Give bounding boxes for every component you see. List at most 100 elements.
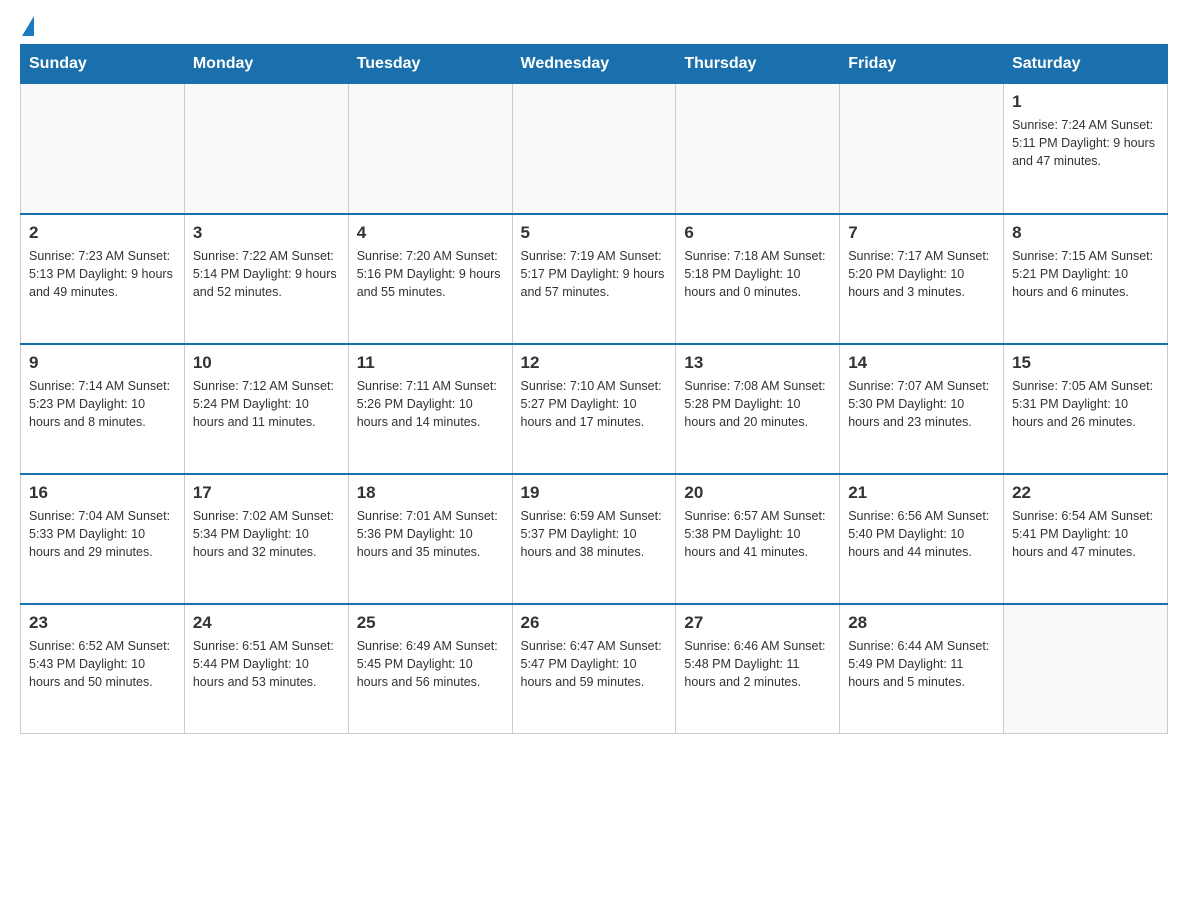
- day-number: 25: [357, 613, 504, 633]
- column-header-friday: Friday: [840, 45, 1004, 84]
- day-info: Sunrise: 6:59 AM Sunset: 5:37 PM Dayligh…: [521, 507, 668, 561]
- calendar-cell: 16 Sunrise: 7:04 AM Sunset: 5:33 PM Dayli…: [21, 474, 185, 604]
- calendar-cell: 27 Sunrise: 6:46 AM Sunset: 5:48 PM Dayli…: [676, 604, 840, 734]
- day-info: Sunrise: 7:22 AM Sunset: 5:14 PM Dayligh…: [193, 247, 340, 301]
- calendar-cell: 1 Sunrise: 7:24 AM Sunset: 5:11 PM Daylig…: [1004, 84, 1168, 214]
- day-number: 10: [193, 353, 340, 373]
- calendar-cell: 24 Sunrise: 6:51 AM Sunset: 5:44 PM Dayli…: [184, 604, 348, 734]
- day-info: Sunrise: 6:51 AM Sunset: 5:44 PM Dayligh…: [193, 637, 340, 691]
- day-info: Sunrise: 7:17 AM Sunset: 5:20 PM Dayligh…: [848, 247, 995, 301]
- column-header-monday: Monday: [184, 45, 348, 84]
- calendar-cell: 14 Sunrise: 7:07 AM Sunset: 5:30 PM Dayli…: [840, 344, 1004, 474]
- column-header-tuesday: Tuesday: [348, 45, 512, 84]
- day-number: 2: [29, 223, 176, 243]
- calendar-week-row: 9 Sunrise: 7:14 AM Sunset: 5:23 PM Daylig…: [21, 344, 1168, 474]
- day-info: Sunrise: 6:49 AM Sunset: 5:45 PM Dayligh…: [357, 637, 504, 691]
- day-info: Sunrise: 7:15 AM Sunset: 5:21 PM Dayligh…: [1012, 247, 1159, 301]
- day-number: 8: [1012, 223, 1159, 243]
- calendar-cell: [512, 84, 676, 214]
- day-info: Sunrise: 7:10 AM Sunset: 5:27 PM Dayligh…: [521, 377, 668, 431]
- day-number: 16: [29, 483, 176, 503]
- calendar-week-row: 23 Sunrise: 6:52 AM Sunset: 5:43 PM Dayli…: [21, 604, 1168, 734]
- day-number: 20: [684, 483, 831, 503]
- day-info: Sunrise: 7:07 AM Sunset: 5:30 PM Dayligh…: [848, 377, 995, 431]
- day-info: Sunrise: 6:47 AM Sunset: 5:47 PM Dayligh…: [521, 637, 668, 691]
- calendar-cell: [676, 84, 840, 214]
- calendar-cell: 21Sunrise: 6:56 AM Sunset: 5:40 PM Dayli…: [840, 474, 1004, 604]
- calendar-cell: 2 Sunrise: 7:23 AM Sunset: 5:13 PM Daylig…: [21, 214, 185, 344]
- day-info: Sunrise: 7:05 AM Sunset: 5:31 PM Dayligh…: [1012, 377, 1159, 431]
- day-info: Sunrise: 7:08 AM Sunset: 5:28 PM Dayligh…: [684, 377, 831, 431]
- calendar-cell: [21, 84, 185, 214]
- column-header-wednesday: Wednesday: [512, 45, 676, 84]
- day-number: 22: [1012, 483, 1159, 503]
- calendar-cell: 18 Sunrise: 7:01 AM Sunset: 5:36 PM Dayli…: [348, 474, 512, 604]
- day-number: 14: [848, 353, 995, 373]
- calendar-cell: 25 Sunrise: 6:49 AM Sunset: 5:45 PM Dayli…: [348, 604, 512, 734]
- calendar-cell: 3 Sunrise: 7:22 AM Sunset: 5:14 PM Daylig…: [184, 214, 348, 344]
- calendar-header-row: SundayMondayTuesdayWednesdayThursdayFrid…: [21, 45, 1168, 84]
- day-number: 7: [848, 223, 995, 243]
- column-header-thursday: Thursday: [676, 45, 840, 84]
- day-number: 12: [521, 353, 668, 373]
- day-info: Sunrise: 7:24 AM Sunset: 5:11 PM Dayligh…: [1012, 116, 1159, 170]
- calendar-cell: [1004, 604, 1168, 734]
- day-number: 4: [357, 223, 504, 243]
- day-number: 3: [193, 223, 340, 243]
- calendar-table: SundayMondayTuesdayWednesdayThursdayFrid…: [20, 44, 1168, 734]
- calendar-cell: 13 Sunrise: 7:08 AM Sunset: 5:28 PM Dayli…: [676, 344, 840, 474]
- page-header: [20, 20, 1168, 34]
- day-info: Sunrise: 7:12 AM Sunset: 5:24 PM Dayligh…: [193, 377, 340, 431]
- day-info: Sunrise: 7:23 AM Sunset: 5:13 PM Dayligh…: [29, 247, 176, 301]
- day-number: 13: [684, 353, 831, 373]
- day-info: Sunrise: 6:46 AM Sunset: 5:48 PM Dayligh…: [684, 637, 831, 691]
- day-number: 23: [29, 613, 176, 633]
- calendar-cell: 17Sunrise: 7:02 AM Sunset: 5:34 PM Dayli…: [184, 474, 348, 604]
- calendar-cell: 12 Sunrise: 7:10 AM Sunset: 5:27 PM Dayli…: [512, 344, 676, 474]
- calendar-cell: [840, 84, 1004, 214]
- calendar-cell: [184, 84, 348, 214]
- logo: [20, 20, 34, 34]
- calendar-week-row: 2 Sunrise: 7:23 AM Sunset: 5:13 PM Daylig…: [21, 214, 1168, 344]
- calendar-cell: 10 Sunrise: 7:12 AM Sunset: 5:24 PM Dayli…: [184, 344, 348, 474]
- day-number: 21: [848, 483, 995, 503]
- day-number: 18: [357, 483, 504, 503]
- day-info: Sunrise: 6:57 AM Sunset: 5:38 PM Dayligh…: [684, 507, 831, 561]
- day-info: Sunrise: 7:14 AM Sunset: 5:23 PM Dayligh…: [29, 377, 176, 431]
- day-info: Sunrise: 7:01 AM Sunset: 5:36 PM Dayligh…: [357, 507, 504, 561]
- calendar-cell: 4 Sunrise: 7:20 AM Sunset: 5:16 PM Daylig…: [348, 214, 512, 344]
- day-number: 27: [684, 613, 831, 633]
- day-info: Sunrise: 6:44 AM Sunset: 5:49 PM Dayligh…: [848, 637, 995, 691]
- day-info: Sunrise: 7:02 AM Sunset: 5:34 PM Dayligh…: [193, 507, 340, 561]
- calendar-cell: 23 Sunrise: 6:52 AM Sunset: 5:43 PM Dayli…: [21, 604, 185, 734]
- day-number: 26: [521, 613, 668, 633]
- calendar-cell: 5 Sunrise: 7:19 AM Sunset: 5:17 PM Daylig…: [512, 214, 676, 344]
- calendar-cell: 19 Sunrise: 6:59 AM Sunset: 5:37 PM Dayli…: [512, 474, 676, 604]
- day-number: 1: [1012, 92, 1159, 112]
- day-number: 9: [29, 353, 176, 373]
- calendar-cell: [348, 84, 512, 214]
- calendar-cell: 11Sunrise: 7:11 AM Sunset: 5:26 PM Dayli…: [348, 344, 512, 474]
- day-number: 5: [521, 223, 668, 243]
- day-info: Sunrise: 6:52 AM Sunset: 5:43 PM Dayligh…: [29, 637, 176, 691]
- calendar-cell: 7 Sunrise: 7:17 AM Sunset: 5:20 PM Daylig…: [840, 214, 1004, 344]
- day-number: 15: [1012, 353, 1159, 373]
- calendar-cell: 28Sunrise: 6:44 AM Sunset: 5:49 PM Dayli…: [840, 604, 1004, 734]
- day-info: Sunrise: 7:04 AM Sunset: 5:33 PM Dayligh…: [29, 507, 176, 561]
- day-info: Sunrise: 7:18 AM Sunset: 5:18 PM Dayligh…: [684, 247, 831, 301]
- logo-triangle-icon: [22, 16, 34, 36]
- calendar-week-row: 16 Sunrise: 7:04 AM Sunset: 5:33 PM Dayli…: [21, 474, 1168, 604]
- day-info: Sunrise: 7:11 AM Sunset: 5:26 PM Dayligh…: [357, 377, 504, 431]
- day-info: Sunrise: 7:19 AM Sunset: 5:17 PM Dayligh…: [521, 247, 668, 301]
- column-header-saturday: Saturday: [1004, 45, 1168, 84]
- day-number: 24: [193, 613, 340, 633]
- day-number: 19: [521, 483, 668, 503]
- calendar-cell: 9 Sunrise: 7:14 AM Sunset: 5:23 PM Daylig…: [21, 344, 185, 474]
- calendar-cell: 15 Sunrise: 7:05 AM Sunset: 5:31 PM Dayli…: [1004, 344, 1168, 474]
- calendar-cell: 20 Sunrise: 6:57 AM Sunset: 5:38 PM Dayli…: [676, 474, 840, 604]
- calendar-cell: 6Sunrise: 7:18 AM Sunset: 5:18 PM Daylig…: [676, 214, 840, 344]
- calendar-cell: 26 Sunrise: 6:47 AM Sunset: 5:47 PM Dayli…: [512, 604, 676, 734]
- day-info: Sunrise: 6:54 AM Sunset: 5:41 PM Dayligh…: [1012, 507, 1159, 561]
- day-info: Sunrise: 7:20 AM Sunset: 5:16 PM Dayligh…: [357, 247, 504, 301]
- calendar-cell: 22 Sunrise: 6:54 AM Sunset: 5:41 PM Dayli…: [1004, 474, 1168, 604]
